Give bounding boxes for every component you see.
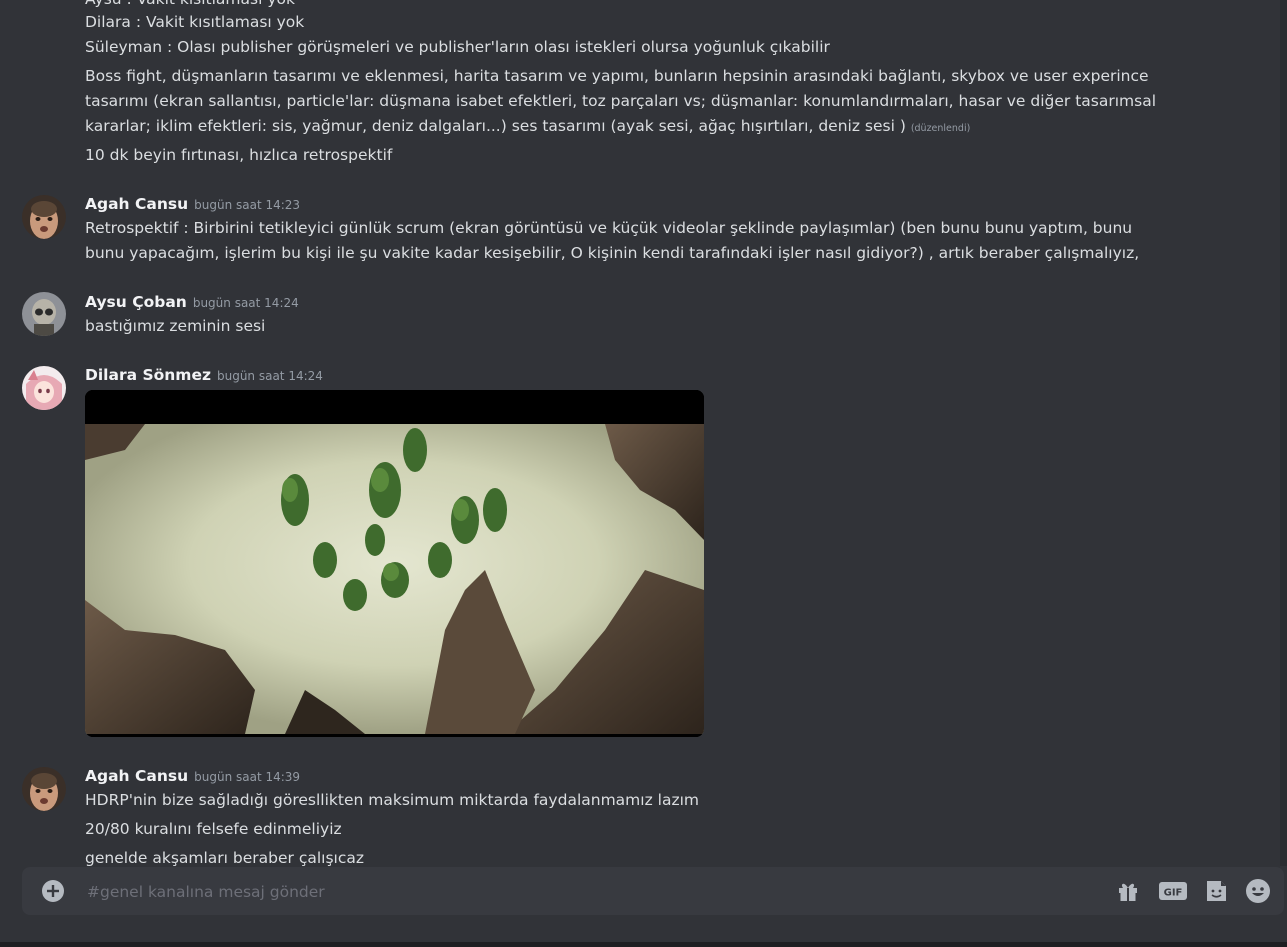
message-line: HDRP'nin bize sağladığı göresllikten mak…: [85, 791, 699, 809]
image-attachment[interactable]: [85, 390, 704, 737]
gift-icon[interactable]: [1114, 877, 1142, 905]
message-composer: GIF: [22, 867, 1284, 915]
message-line: Süleyman : Olası publisher görüşmeleri v…: [85, 38, 830, 56]
timestamp: bugün saat 14:23: [194, 198, 301, 212]
plus-circle-icon[interactable]: [39, 877, 67, 905]
scrollbar[interactable]: [1280, 0, 1287, 866]
gif-label: GIF: [1164, 888, 1183, 899]
author-name[interactable]: Agah Cansu: [85, 195, 188, 213]
edited-label: (düzenlendi): [910, 123, 971, 134]
message-list: Aysu : Vakit kısıtlaması yok Dilara : Va…: [0, 0, 1287, 866]
timestamp: bugün saat 14:24: [192, 296, 299, 310]
window-bottom-edge: [0, 942, 1287, 947]
message-text: Boss fight, düşmanların tasarımı ve ekle…: [85, 67, 1156, 135]
sticker-icon[interactable]: [1202, 877, 1230, 905]
message-text: bastığımız zeminin sesi: [85, 317, 266, 335]
author-name[interactable]: Aysu Çoban: [85, 293, 187, 311]
message-line: genelde akşamları beraber çalışıcaz: [85, 849, 364, 866]
message-header: Agah Cansu bugün saat 14:23: [85, 194, 300, 213]
author-name[interactable]: Dilara Sönmez: [85, 366, 211, 384]
message-line: Dilara : Vakit kısıtlaması yok: [85, 13, 305, 31]
message-header: Dilara Sönmez bugün saat 14:24: [85, 365, 323, 384]
message-line: 20/80 kuralını felsefe edinmeliyiz: [85, 820, 342, 838]
message-header: Agah Cansu bugün saat 14:39: [85, 766, 300, 785]
avatar[interactable]: [22, 366, 66, 410]
message-line: 10 dk beyin fırtınası, hızlıca retrospek…: [85, 146, 393, 164]
timestamp: bugün saat 14:39: [194, 770, 301, 784]
avatar[interactable]: [22, 767, 66, 811]
message-line: Boss fight, düşmanların tasarımı ve ekle…: [85, 64, 1195, 141]
timestamp: bugün saat 14:24: [216, 369, 323, 383]
avatar[interactable]: [22, 195, 66, 239]
message-input[interactable]: [85, 877, 989, 907]
author-name[interactable]: Agah Cansu: [85, 767, 188, 785]
emoji-icon[interactable]: [1244, 877, 1272, 905]
message-text: Retrospektif : Birbirini tetikleyici gün…: [85, 219, 1140, 262]
message-header: Aysu Çoban bugün saat 14:24: [85, 292, 299, 311]
avatar[interactable]: [22, 292, 66, 336]
gif-icon[interactable]: GIF: [1158, 877, 1188, 905]
